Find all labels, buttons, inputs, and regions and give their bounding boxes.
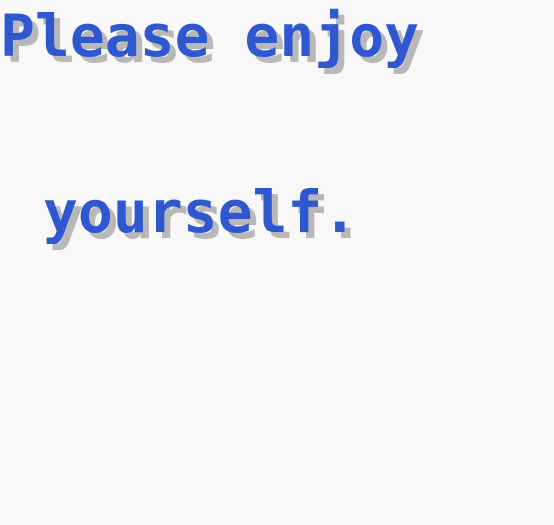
game-screen: Please enjoy yourself.	[0, 0, 554, 525]
dialog-line-2: yourself.	[43, 178, 358, 246]
dialog-line-1: Please enjoy	[0, 2, 420, 70]
